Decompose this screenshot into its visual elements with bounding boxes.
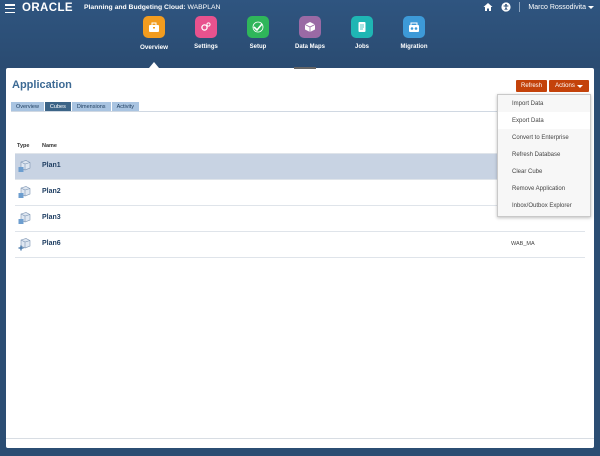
- panel-resize-handle[interactable]: [294, 67, 316, 69]
- data-maps-icon: [299, 16, 321, 38]
- accessibility-icon[interactable]: [501, 2, 512, 12]
- chevron-down-icon: [576, 84, 583, 88]
- actions-dropdown-menu: Import Data Export Data Convert to Enter…: [497, 94, 591, 217]
- cube-name: Plan2: [42, 188, 61, 195]
- header-separator: [519, 2, 521, 12]
- menu-item-convert-to-enterprise[interactable]: Convert to Enterprise: [498, 129, 590, 146]
- tab-cubes[interactable]: Cubes: [44, 102, 71, 111]
- nav-jobs-label: Jobs: [354, 44, 369, 50]
- nav-setup-label: Setup: [249, 44, 267, 50]
- nav-migration-label: Migration: [400, 44, 428, 50]
- cube-name: Plan6: [42, 240, 61, 247]
- page-title: Application: [12, 79, 72, 91]
- jobs-icon: [351, 16, 373, 38]
- app-name: WABPLAN: [187, 4, 221, 11]
- nav-migration[interactable]: Migration: [388, 16, 440, 51]
- cube-icon: [18, 160, 31, 172]
- cube-plus-icon: [18, 238, 31, 251]
- nav-jobs[interactable]: Jobs: [336, 16, 388, 51]
- menu-item-remove-application[interactable]: Remove Application: [498, 180, 590, 197]
- app-title-prefix: Planning and Budgeting Cloud:: [84, 4, 186, 11]
- actions-button[interactable]: Actions: [549, 80, 589, 92]
- column-header-name[interactable]: Name: [42, 143, 57, 149]
- cube-icon: [18, 186, 31, 198]
- user-name: Marco Rossodivita: [528, 3, 586, 11]
- tab-dimensions[interactable]: Dimensions: [71, 102, 111, 111]
- menu-item-inbox-outbox-explorer[interactable]: Inbox/Outbox Explorer: [498, 197, 590, 214]
- header-actions: Marco Rossodivita: [483, 2, 594, 12]
- nav-overview-label: Overview: [139, 44, 168, 51]
- header-bar: ORACLE Planning and Budgeting Cloud: WAB…: [0, 0, 600, 68]
- refresh-button[interactable]: Refresh: [516, 80, 547, 92]
- tab-bar: Overview Cubes Dimensions Activity: [11, 102, 139, 111]
- menu-item-refresh-database[interactable]: Refresh Database: [498, 146, 590, 163]
- tab-activity[interactable]: Activity: [111, 102, 139, 111]
- nav-data-maps-label: Data Maps: [294, 44, 325, 50]
- actions-button-label: Actions: [555, 83, 575, 89]
- cube-icon: [18, 212, 31, 224]
- column-header-type[interactable]: Type: [17, 143, 29, 149]
- menu-item-import-data[interactable]: Import Data: [498, 95, 590, 112]
- hamburger-menu-icon[interactable]: [5, 4, 15, 14]
- table-row[interactable]: Plan6 WAB_MA: [15, 231, 585, 258]
- nav-settings-label: Settings: [194, 44, 218, 50]
- cube-database: WAB_MA: [511, 241, 535, 247]
- main-panel: Application Refresh Actions Overview Cub…: [6, 67, 594, 448]
- menu-item-clear-cube[interactable]: Clear Cube: [498, 163, 590, 180]
- migration-icon: [403, 16, 425, 38]
- main-navigation: Overview Settings Setup Data Maps Jobs M…: [128, 16, 440, 68]
- tab-overview[interactable]: Overview: [11, 102, 44, 111]
- setup-icon: [247, 16, 269, 38]
- menu-item-export-data[interactable]: Export Data: [498, 112, 590, 129]
- home-icon[interactable]: [483, 2, 493, 12]
- cube-name: Plan3: [42, 214, 61, 221]
- oracle-logo: ORACLE: [22, 2, 73, 14]
- settings-icon: [195, 16, 217, 38]
- nav-overview[interactable]: Overview: [128, 16, 180, 68]
- nav-data-maps[interactable]: Data Maps: [284, 16, 336, 51]
- overview-icon: [143, 16, 165, 38]
- panel-footer-line: [6, 438, 594, 439]
- user-menu[interactable]: Marco Rossodivita: [528, 4, 594, 11]
- app-title: Planning and Budgeting Cloud: WABPLAN: [84, 4, 220, 11]
- chevron-down-icon: [588, 5, 594, 9]
- cube-name: Plan1: [42, 162, 61, 169]
- nav-setup[interactable]: Setup: [232, 16, 284, 51]
- nav-settings[interactable]: Settings: [180, 16, 232, 51]
